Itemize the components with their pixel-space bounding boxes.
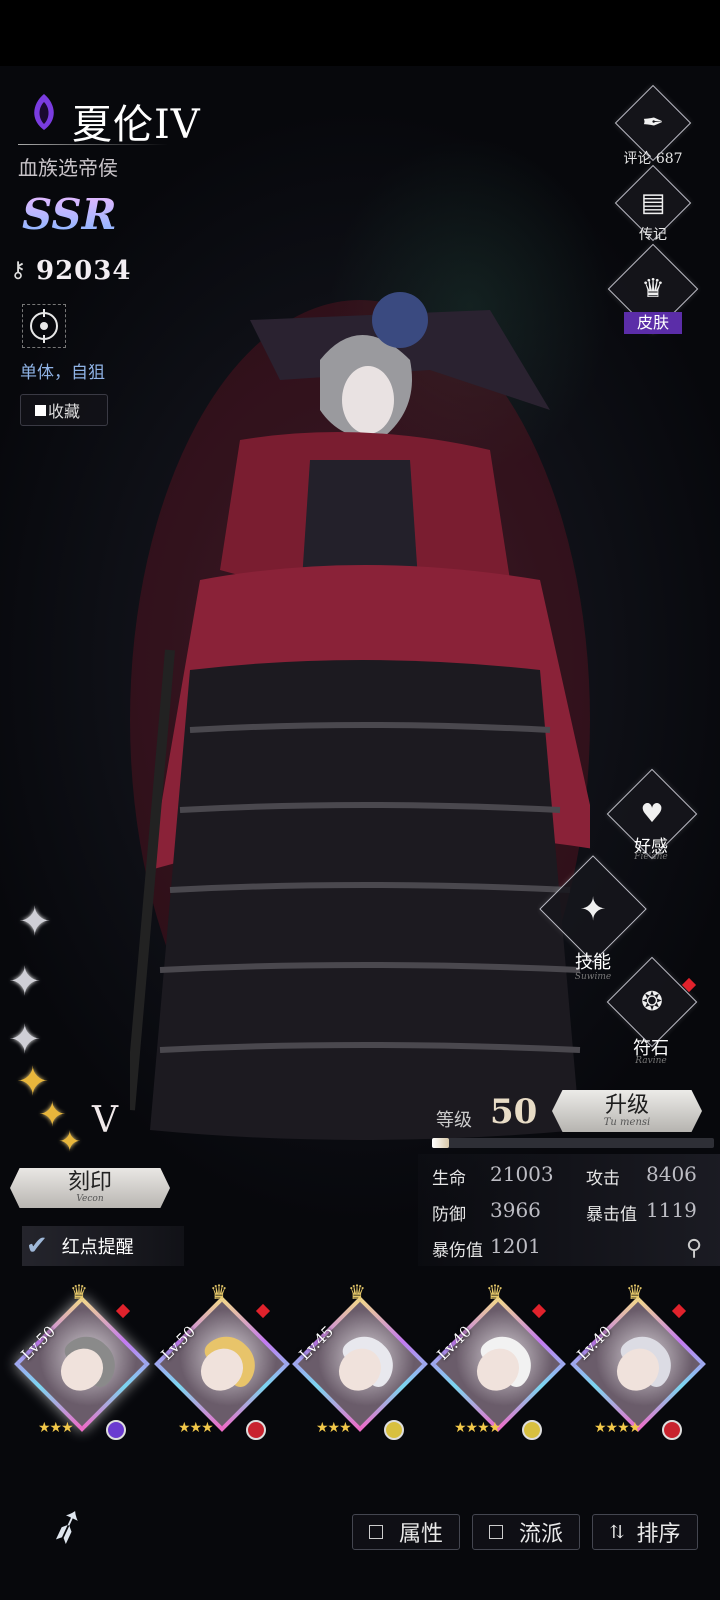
favorite-button[interactable]: 收藏 bbox=[20, 394, 108, 426]
character-title: 血族选帝侯 bbox=[18, 156, 118, 180]
stat-label-crit: 暴击值 bbox=[586, 1205, 637, 1225]
tier-label: V bbox=[92, 1100, 118, 1141]
sort-button[interactable]: ⇅ 排序 bbox=[592, 1514, 698, 1550]
checkbox-icon bbox=[368, 1525, 383, 1539]
roster-card[interactable]: ♛ Lv.40 ★★★★ bbox=[430, 1280, 566, 1440]
stat-label-hp: 生命 bbox=[432, 1169, 466, 1189]
roster-card-frame bbox=[14, 1296, 150, 1432]
affinity-sub: Fie'ane bbox=[634, 852, 668, 862]
element-icon bbox=[106, 1420, 126, 1440]
roster-card-frame bbox=[430, 1296, 566, 1432]
rune-sub: Ravine bbox=[635, 1056, 667, 1066]
target-type-icon[interactable] bbox=[22, 304, 66, 348]
sort-icon: ⇅ bbox=[609, 1521, 625, 1543]
roster-card-frame bbox=[570, 1296, 706, 1432]
dress-icon: ♛ bbox=[641, 274, 665, 304]
rune-icon: ❂ bbox=[641, 987, 663, 1017]
stat-label-defense: 防御 bbox=[432, 1205, 466, 1225]
stat-label-crit-damage: 暴伤值 bbox=[432, 1241, 483, 1261]
star-icon: ✦ bbox=[58, 1125, 82, 1158]
combat-power: 92034 bbox=[36, 256, 132, 286]
roster-stars: ★★★★ bbox=[594, 1420, 641, 1436]
book-icon: ▤ bbox=[640, 188, 666, 218]
character-illustration bbox=[130, 292, 590, 1140]
xp-progress-bar bbox=[432, 1138, 714, 1148]
faction-icon bbox=[34, 94, 54, 130]
roster-card[interactable]: ♛ Lv.45 ★★★ bbox=[292, 1280, 428, 1440]
skills-button[interactable]: ✦ bbox=[539, 855, 647, 963]
engrave-button[interactable]: 刻印 Vecon bbox=[10, 1168, 170, 1208]
roster-stars: ★★★★ bbox=[454, 1420, 501, 1436]
star-icon: ✦ bbox=[18, 899, 52, 945]
stat-value-defense: 3966 bbox=[490, 1198, 541, 1222]
checkmark-icon: ✔ bbox=[26, 1231, 48, 1261]
star-icon: ✦ bbox=[8, 959, 42, 1005]
roster-stars: ★★★ bbox=[316, 1420, 352, 1436]
upgrade-sub: Tu mensi bbox=[603, 1116, 651, 1128]
roster-card[interactable]: ♛ Lv.40 ★★★★ bbox=[570, 1280, 706, 1440]
heart-icon: ♥ bbox=[640, 799, 664, 829]
roster-card-frame bbox=[154, 1296, 290, 1432]
stat-value-attack: 8406 bbox=[646, 1162, 697, 1186]
checkbox-icon bbox=[488, 1525, 503, 1539]
rune-button[interactable]: ❂ bbox=[606, 956, 698, 1048]
engrave-label: 刻印 bbox=[67, 1170, 112, 1195]
stat-value-crit: 1119 bbox=[646, 1198, 697, 1222]
crown-icon: ♛ bbox=[70, 1280, 88, 1304]
biography-label: 传记 bbox=[639, 227, 667, 243]
biography-button[interactable]: ▤ bbox=[614, 164, 692, 242]
engrave-sub: Vecon bbox=[76, 1194, 104, 1204]
power-icon: ⚷ bbox=[10, 258, 27, 283]
star-icon: ✦ bbox=[8, 1017, 42, 1063]
stat-label-attack: 攻击 bbox=[586, 1169, 620, 1189]
quill-icon: ✒ bbox=[642, 108, 664, 138]
attribute-filter-button[interactable]: 属性 bbox=[352, 1514, 460, 1550]
crown-icon: ♛ bbox=[348, 1280, 366, 1304]
character-name: 夏伦IV bbox=[72, 102, 201, 148]
xp-progress-fill bbox=[432, 1138, 449, 1148]
skin-label: 皮肤 bbox=[624, 312, 682, 334]
element-icon bbox=[522, 1420, 542, 1440]
stat-value-crit-damage: 1201 bbox=[490, 1234, 541, 1258]
upgrade-button[interactable]: 升级 Tu mensi bbox=[552, 1090, 702, 1132]
crown-icon: ♛ bbox=[210, 1280, 228, 1304]
comments-button[interactable]: ✒ bbox=[614, 84, 692, 162]
stat-value-hp: 21003 bbox=[490, 1162, 554, 1186]
name-underline bbox=[18, 144, 168, 145]
roster-stars: ★★★ bbox=[178, 1420, 214, 1436]
element-icon bbox=[384, 1420, 404, 1440]
roster-card[interactable]: ♛ Lv.50 ★★★ bbox=[154, 1280, 290, 1440]
red-dot-reminder-toggle[interactable]: ✔ 红点提醒 bbox=[22, 1226, 184, 1266]
roster-card-frame bbox=[292, 1296, 428, 1432]
roster-stars: ★★★ bbox=[38, 1420, 74, 1436]
upgrade-label: 升级 bbox=[604, 1092, 649, 1118]
level-value: 50 bbox=[490, 1092, 538, 1132]
rarity-badge: SSR bbox=[22, 190, 117, 239]
crown-icon: ♛ bbox=[626, 1280, 644, 1304]
roster-card[interactable]: ♛ Lv.50 ★★★ bbox=[14, 1280, 150, 1440]
crown-icon: ♛ bbox=[486, 1280, 504, 1304]
target-type-label: 单体，自狙 bbox=[20, 363, 105, 383]
favorite-label: 收藏 bbox=[48, 402, 81, 421]
sort-label: 排序 bbox=[636, 1522, 681, 1547]
red-dot-reminder-label: 红点提醒 bbox=[61, 1237, 134, 1258]
school-filter-label: 流派 bbox=[518, 1522, 563, 1547]
element-icon bbox=[662, 1420, 682, 1440]
magnifier-icon[interactable]: ⚲ bbox=[686, 1236, 702, 1261]
level-label: 等级 bbox=[436, 1110, 472, 1131]
attribute-filter-label: 属性 bbox=[398, 1522, 443, 1547]
sparkle-icon: ✦ bbox=[579, 890, 607, 928]
school-filter-button[interactable]: 流派 bbox=[472, 1514, 580, 1550]
checkbox-icon bbox=[35, 404, 46, 416]
element-icon bbox=[246, 1420, 266, 1440]
